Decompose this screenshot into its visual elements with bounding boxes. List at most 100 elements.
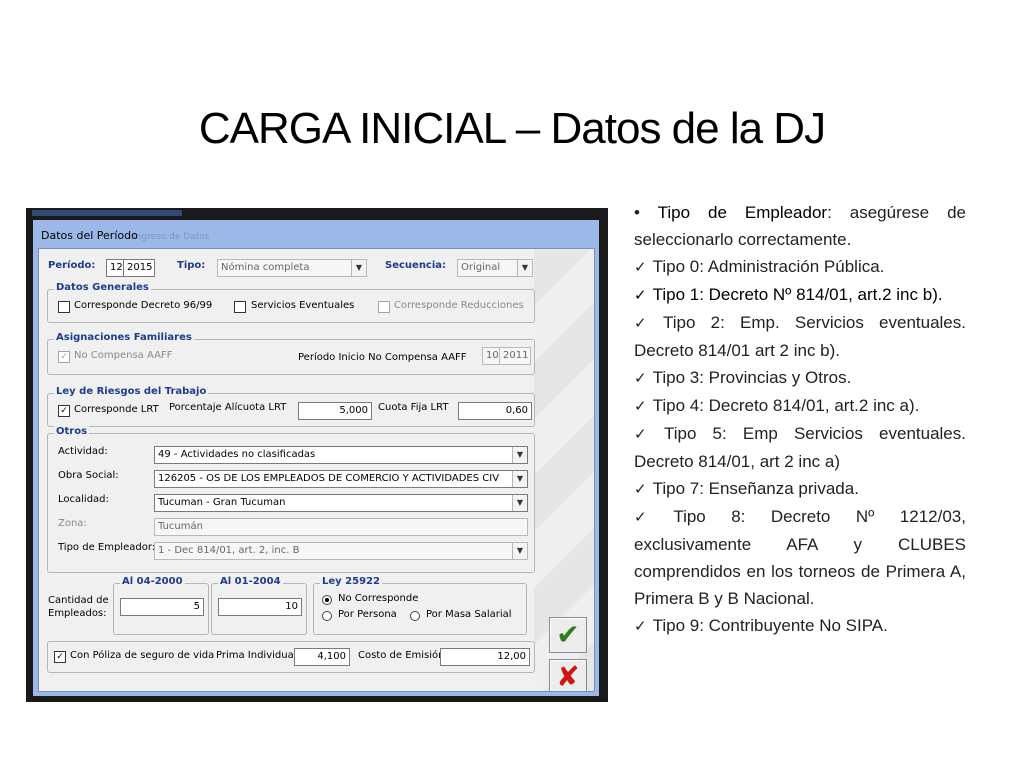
tipo-empleador-value: 1 - Dec 814/01, art. 2, inc. B: [158, 545, 300, 556]
list-item: ✓ Tipo 7: Enseñanza privada.: [634, 475, 966, 503]
por-persona-label: Por Persona: [338, 609, 397, 620]
chevron-down-icon: ▼: [512, 543, 527, 559]
al-2000-field[interactable]: 5: [120, 598, 204, 616]
actividad-select[interactable]: 49 - Actividades no clasificadas ▼: [154, 446, 528, 464]
prima-label: Prima Individual:: [216, 650, 300, 661]
list-item-text: Tipo 4: Decreto 814/01, art.2 inc a).: [652, 396, 920, 415]
checkmark-icon: ✓: [634, 370, 647, 387]
inicio-year-field[interactable]: 2011: [499, 347, 531, 365]
checkmark-icon: ✓: [634, 481, 647, 498]
alicuota-label: Porcentaje Alícuota LRT: [169, 402, 287, 413]
chevron-down-icon: ▼: [512, 495, 527, 511]
checkmark-icon: ✓: [634, 287, 647, 304]
form-panel: Período: 12 2015 Tipo: Nómina completa ▼ …: [38, 248, 595, 692]
eventuales-checkbox[interactable]: [234, 301, 246, 313]
prima-field[interactable]: 4,100: [294, 648, 350, 666]
al-2004-caption: Al 01-2004: [218, 576, 283, 587]
chevron-down-icon: ▼: [512, 447, 527, 463]
periodo-year-field[interactable]: 2015: [123, 259, 155, 277]
bullet-icon: •: [634, 203, 640, 222]
no-corresponde-radio[interactable]: [322, 595, 332, 605]
title-strip: [32, 210, 182, 216]
notes-list: • Tipo de Empleador: asegúrese de selecc…: [634, 199, 966, 640]
por-masa-radio[interactable]: [410, 611, 420, 621]
reducciones-label: Corresponde Reducciones: [394, 300, 524, 311]
decreto-label: Corresponde Decreto 96/99: [74, 300, 213, 311]
list-item: ✓ Tipo 1: Decreto Nº 814/01, art.2 inc b)…: [634, 281, 966, 309]
inicio-month-field[interactable]: 10: [482, 347, 500, 365]
cancel-button[interactable]: ✘: [549, 659, 587, 692]
al-2000-group: Al 04-2000 5: [113, 576, 209, 635]
list-item-text: Tipo 7: Enseñanza privada.: [652, 479, 859, 498]
poliza-checkbox[interactable]: ✓: [54, 651, 66, 663]
list-item-text: Tipo 0: Administración Pública.: [652, 257, 885, 276]
secuencia-select[interactable]: Original ▼: [457, 259, 533, 277]
zona-label: Zona:: [58, 518, 87, 529]
tipo-empleador-label: Tipo de Empleador:: [58, 542, 156, 553]
secuencia-value: Original: [461, 262, 501, 273]
secuencia-label: Secuencia:: [385, 260, 447, 271]
otros-caption: Otros: [54, 426, 90, 437]
costo-field[interactable]: 12,00: [440, 648, 530, 666]
actividad-label: Actividad:: [58, 446, 108, 457]
list-item-text: Tipo 9: Contribuyente No SIPA.: [652, 616, 888, 635]
list-item: ✓ Tipo 5: Emp Servicios eventuales. Decre…: [634, 420, 966, 475]
seguro-group: ✓ Con Póliza de seguro de vida Prima Ind…: [47, 641, 535, 673]
checkmark-icon: ✓: [634, 426, 658, 443]
lrt-checkbox[interactable]: ✓: [58, 405, 70, 417]
checkmark-icon: ✓: [634, 259, 647, 276]
notes-intro: • Tipo de Empleador: asegúrese de selecc…: [634, 199, 966, 253]
checkmark-icon: ✓: [634, 315, 658, 332]
checkmark-icon: ✓: [634, 398, 647, 415]
cuota-label: Cuota Fija LRT: [378, 402, 449, 413]
por-persona-radio[interactable]: [322, 611, 332, 621]
close-icon: ✘: [556, 660, 580, 692]
localidad-value: Tucuman - Gran Tucuman: [158, 497, 286, 508]
al-2004-group: Al 01-2004 10: [211, 576, 307, 635]
datos-generales-group: Datos Generales Corresponde Decreto 96/9…: [47, 282, 535, 323]
costo-label: Costo de Emisión:: [358, 650, 448, 661]
no-compensa-checkbox[interactable]: ✓: [58, 351, 70, 363]
lrt-label: Corresponde LRT: [74, 404, 159, 415]
tipo-value: Nómina completa: [221, 262, 310, 273]
localidad-select[interactable]: Tucuman - Gran Tucuman ▼: [154, 494, 528, 512]
list-item: ✓ Tipo 4: Decreto 814/01, art.2 inc a).: [634, 392, 966, 420]
chevron-down-icon: ▼: [351, 260, 366, 276]
tipo-select[interactable]: Nómina completa ▼: [217, 259, 367, 277]
list-item: ✓ Tipo 8: Decreto Nº 1212/03, exclusivame…: [634, 503, 966, 612]
alicuota-field[interactable]: 5,000: [298, 402, 372, 420]
reducciones-checkbox[interactable]: [378, 301, 390, 313]
cantidad-label-2: Empleados:: [48, 608, 107, 619]
eventuales-label: Servicios Eventuales: [251, 300, 355, 311]
inicio-label: Período Inicio No Compensa AAFF: [298, 352, 467, 363]
lrt-caption: Ley de Riesgos del Trabajo: [54, 386, 209, 397]
datos-periodo-window: Ingreso de Datos Datos del Período Perío…: [33, 220, 599, 696]
zona-field[interactable]: Tucumán: [154, 518, 528, 536]
al-2004-field[interactable]: 10: [218, 598, 302, 616]
cantidad-label-1: Cantidad de: [48, 595, 109, 606]
obra-social-value: 126205 - OS DE LOS EMPLEADOS DE COMERCIO…: [158, 473, 500, 484]
tipo-label: Tipo:: [177, 260, 206, 271]
list-item-text: Tipo 8: Decreto Nº 1212/03, exclusivamen…: [634, 507, 966, 608]
no-compensa-label: No Compensa AAFF: [74, 350, 173, 361]
checkmark-icon: ✔: [556, 618, 580, 651]
periodo-month-field[interactable]: 12: [106, 259, 124, 277]
no-corresponde-label: No Corresponde: [338, 593, 419, 604]
notes-intro-bold: Tipo de Empleador: [657, 203, 828, 222]
por-masa-label: Por Masa Salarial: [426, 609, 512, 620]
decreto-checkbox[interactable]: [58, 301, 70, 313]
localidad-label: Localidad:: [58, 494, 109, 505]
lrt-group: Ley de Riesgos del Trabajo ✓ Corresponde…: [47, 386, 535, 427]
cuota-field[interactable]: 0,60: [458, 402, 532, 420]
list-item-text: Tipo 5: Emp Servicios eventuales. Decret…: [634, 424, 966, 471]
actividad-value: 49 - Actividades no clasificadas: [158, 449, 316, 460]
obra-social-select[interactable]: 126205 - OS DE LOS EMPLEADOS DE COMERCIO…: [154, 470, 528, 488]
accept-button[interactable]: ✔: [549, 617, 587, 653]
datos-generales-caption: Datos Generales: [54, 282, 151, 293]
list-item-text: Tipo 3: Provincias y Otros.: [652, 368, 852, 387]
asignaciones-group: Asignaciones Familiares ✓ No Compensa AA…: [47, 332, 535, 375]
asignaciones-caption: Asignaciones Familiares: [54, 332, 194, 343]
tipo-empleador-select[interactable]: 1 - Dec 814/01, art. 2, inc. B ▼: [154, 542, 528, 560]
periodo-label: Período:: [48, 260, 96, 271]
chevron-down-icon: ▼: [512, 471, 527, 487]
